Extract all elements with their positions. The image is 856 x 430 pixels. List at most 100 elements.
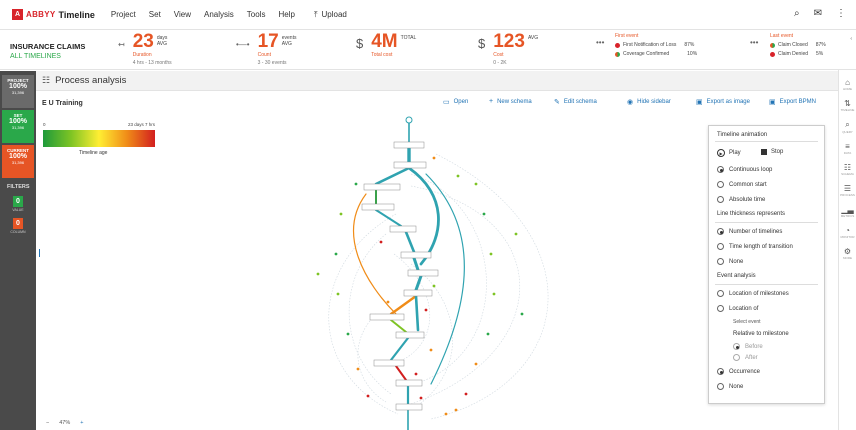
relative-after[interactable]: After bbox=[733, 354, 758, 361]
rail-label: MONITOR bbox=[840, 235, 855, 239]
menu-help[interactable]: Help bbox=[278, 10, 294, 19]
event-analysis-title: Event analysis bbox=[717, 273, 756, 279]
dataset-filter[interactable]: ALL TIMELINES bbox=[10, 53, 85, 60]
last-event-block[interactable]: Last event Claim Closed 87% Claim Denied… bbox=[770, 33, 826, 60]
rail-metrics[interactable]: ▁▃ METRICS bbox=[839, 205, 856, 218]
relative-label: Before bbox=[745, 343, 763, 350]
zoom-out-button[interactable]: − bbox=[46, 420, 49, 426]
rail-timeline[interactable]: ⇅ TIMELINE bbox=[839, 99, 856, 112]
kpi-duration[interactable]: ↤ 23 Duration 4 hrs - 13 months days AVG bbox=[118, 32, 172, 67]
more-vertical-icon[interactable]: ⋮ bbox=[836, 8, 846, 19]
last-event-name: Claim Closed bbox=[778, 42, 808, 48]
thickness-time-length[interactable]: Time length of transition bbox=[717, 243, 793, 250]
count-unit: events AVG bbox=[282, 35, 297, 47]
first-event-block[interactable]: First event First Notification of Loss 8… bbox=[615, 33, 697, 60]
rail-process[interactable]: ☰ PROCESS bbox=[839, 184, 856, 197]
rail-label: MORE bbox=[843, 256, 852, 260]
export-bpmn-button[interactable]: ▣ Export BPMN bbox=[769, 98, 816, 106]
first-event-more-icon[interactable]: ••• bbox=[596, 38, 604, 47]
app-logo[interactable]: A ABBYY Timeline bbox=[12, 9, 95, 20]
rail-query[interactable]: ⌕ QUERY bbox=[839, 120, 856, 134]
relative-label: After bbox=[745, 354, 758, 361]
occurrence-none-option[interactable]: None bbox=[717, 383, 743, 390]
upload-button[interactable]: ⤒ Upload bbox=[314, 10, 347, 20]
stop-label: Stop bbox=[771, 149, 784, 155]
filters-label: FILTERS bbox=[7, 184, 30, 190]
radio bbox=[717, 181, 724, 188]
divider bbox=[715, 284, 818, 285]
thickness-title: Line thickness represents bbox=[717, 211, 786, 217]
stop-button[interactable]: Stop bbox=[761, 149, 783, 155]
thickness-number-of-timelines[interactable]: Number of timelines bbox=[717, 228, 782, 235]
rail-label: PROCESS bbox=[840, 193, 855, 197]
relative-before[interactable]: Before bbox=[733, 343, 763, 350]
rail-label: QUERY bbox=[842, 130, 853, 134]
mail-icon[interactable]: ✉ bbox=[814, 8, 822, 19]
radio-selected bbox=[717, 166, 724, 173]
activity-node bbox=[393, 161, 427, 169]
new-schema-button[interactable]: + New schema bbox=[489, 98, 532, 105]
last-event-row: Claim Closed 87% bbox=[770, 42, 826, 48]
rail-label: TIMELINE bbox=[840, 108, 855, 112]
first-event-pct: 10% bbox=[687, 51, 698, 57]
filter-value-badge[interactable]: 0 bbox=[13, 196, 23, 207]
monitor-icon: ◔ bbox=[845, 226, 850, 235]
project-stats[interactable]: PROJECT 100% 31,396 bbox=[2, 75, 34, 108]
activity-node bbox=[395, 331, 425, 339]
occurrence-label: Occurrence bbox=[729, 368, 761, 375]
kpi-count[interactable]: •—• 17 Count 3 - 30 events events AVG bbox=[236, 32, 297, 67]
chart-icon: ▁▃ bbox=[841, 205, 854, 214]
stop-icon bbox=[761, 149, 767, 155]
menu-set[interactable]: Set bbox=[149, 10, 161, 19]
menu-analysis[interactable]: Analysis bbox=[204, 10, 234, 19]
total-dollar-icon: $ bbox=[356, 36, 364, 51]
occurrence-option[interactable]: Occurrence bbox=[717, 368, 760, 375]
filter-column-badge[interactable]: 0 bbox=[13, 218, 23, 229]
count-unit-avg: AVG bbox=[281, 41, 292, 47]
mode-continuous-loop[interactable]: Continuous loop bbox=[717, 166, 772, 173]
menu-project[interactable]: Project bbox=[111, 10, 136, 19]
activity-node bbox=[363, 183, 401, 191]
event-location-of[interactable]: Location of bbox=[717, 305, 758, 312]
filter-column-label: COLUMN bbox=[10, 230, 26, 234]
thickness-none[interactable]: None bbox=[717, 258, 743, 265]
set-stats[interactable]: SET 100% 31,396 bbox=[2, 110, 34, 143]
open-button[interactable]: ▭ Open bbox=[443, 98, 468, 106]
menu-tools[interactable]: Tools bbox=[247, 10, 266, 19]
kpi-cost[interactable]: $ 123 Cost 0 - 2K AVG bbox=[478, 32, 538, 67]
export-image-button[interactable]: ▣ Export as image bbox=[696, 98, 750, 106]
play-label: Play bbox=[729, 150, 741, 156]
play-button[interactable]: ▶ Play bbox=[717, 149, 741, 157]
zoom-in-button[interactable]: + bbox=[80, 420, 83, 426]
plus-icon: + bbox=[489, 98, 494, 105]
kpi-total-cost[interactable]: $ 4M Total cost TOTAL bbox=[356, 32, 416, 59]
radio bbox=[717, 305, 724, 312]
count-icon: •—• bbox=[236, 40, 250, 49]
mode-common-start[interactable]: Common start bbox=[717, 181, 767, 188]
last-event-more-icon[interactable]: ••• bbox=[750, 38, 758, 47]
first-event-name: First Notification of Loss bbox=[623, 42, 677, 48]
rail-monitor[interactable]: ◔ MONITOR bbox=[839, 226, 856, 239]
rail-home[interactable]: ⌂ HOME bbox=[839, 78, 856, 91]
rail-schema[interactable]: ☷ SCHEMA bbox=[839, 163, 856, 176]
activity-nodes bbox=[361, 116, 439, 411]
hide-sidebar-button[interactable]: ◉ Hide sidebar bbox=[627, 98, 671, 106]
select-event-dropdown[interactable]: Select event bbox=[733, 319, 761, 325]
menu-view[interactable]: View bbox=[174, 10, 191, 19]
kpi-collapse-icon[interactable]: ‹ bbox=[850, 36, 852, 42]
current-stats[interactable]: CURRENT 100% 31,396 bbox=[2, 145, 34, 178]
first-event-row: First Notification of Loss 87% bbox=[615, 42, 697, 48]
kpi-bar: INSURANCE CLAIMS ALL TIMELINES ↤ 23 Dura… bbox=[0, 30, 856, 70]
rail-data[interactable]: ≡ DATA bbox=[839, 142, 856, 155]
rail-label: DATA bbox=[843, 151, 852, 155]
top-bar: A ABBYY Timeline Project Set View Analys… bbox=[0, 0, 856, 30]
rail-more[interactable]: ⚙ MORE bbox=[839, 247, 856, 260]
event-location-of-milestones[interactable]: Location of milestones bbox=[717, 290, 789, 297]
filter-value-label: VALUE bbox=[12, 208, 24, 212]
project-pct: 100% bbox=[9, 83, 27, 90]
first-event-name: Coverage Confirmed bbox=[623, 51, 670, 57]
search-icon[interactable]: ⌕ bbox=[794, 8, 800, 19]
new-schema-label: New schema bbox=[497, 98, 532, 105]
mode-absolute-time[interactable]: Absolute time bbox=[717, 196, 765, 203]
edit-schema-button[interactable]: ✎ Edit schema bbox=[554, 98, 597, 106]
